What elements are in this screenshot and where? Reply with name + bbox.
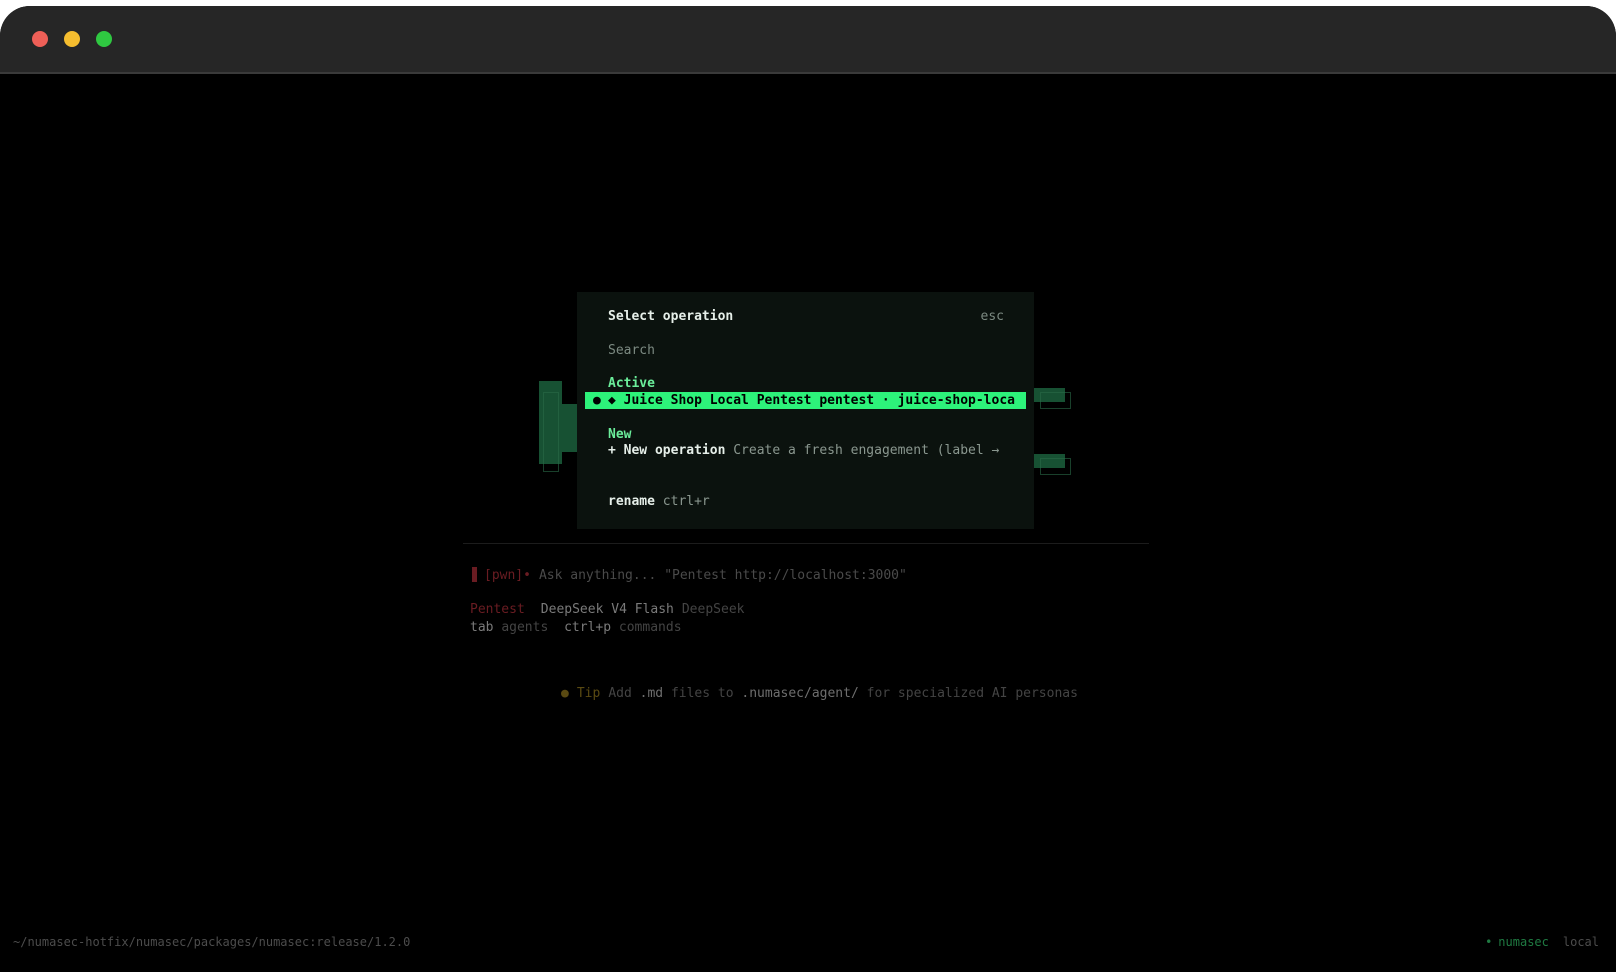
agent-name[interactable]: Pentest — [470, 602, 525, 617]
model-name[interactable]: DeepSeek V4 Flash — [541, 602, 674, 617]
ctrl-p-key: ctrl+p — [564, 620, 612, 635]
brand-name: numasec — [1498, 935, 1549, 949]
new-operation-item[interactable]: + New operation Create a fresh engagemen… — [608, 442, 1008, 459]
rename-shortcut[interactable]: rename ctrl+r — [608, 493, 710, 510]
mode-label: local — [1562, 935, 1599, 949]
logo-banner-left-outline — [543, 392, 559, 472]
close-window-button[interactable] — [32, 31, 48, 47]
mode-dot-icon: • — [523, 568, 531, 583]
logo-banner-right-bottom-outline — [1040, 458, 1071, 475]
new-operation-label: New operation — [623, 443, 726, 458]
prompt-placeholder: Ask anything... "Pentest http://localhos… — [538, 568, 907, 583]
active-section-heading: Active — [608, 376, 655, 391]
mode-tag: [pwn] — [484, 568, 524, 583]
rename-label: rename — [608, 494, 655, 509]
prompt-input[interactable]: [pwn]• Ask anything... "Pentest http://lo… — [472, 567, 907, 584]
rename-keybinding: ctrl+r — [662, 494, 710, 509]
tip-label: Tip — [576, 686, 601, 701]
agent-model-status: Pentest DeepSeek V4 Flash DeepSeek — [470, 601, 744, 618]
search-input[interactable]: Search — [608, 342, 655, 359]
provider-name: DeepSeek — [681, 602, 745, 617]
keybinding-hints: tab agents ctrl+p commands — [470, 619, 682, 636]
footer-status: • numasec local — [1485, 935, 1599, 949]
prompt-divider — [463, 543, 1149, 544]
status-dot-icon: • — [1485, 935, 1493, 949]
title-bar — [0, 6, 1616, 74]
maximize-window-button[interactable] — [96, 31, 112, 47]
ctrl-p-key-label: commands — [618, 620, 682, 635]
tip-text-d: .numasec/agent/ — [741, 686, 859, 701]
logo-banner-left-b — [562, 404, 577, 452]
tip-dot-icon: ● — [561, 686, 569, 701]
plus-icon: + — [608, 443, 616, 458]
tip-text-e: for specialized AI personas — [866, 686, 1078, 701]
terminal-window: Select operation esc Search Active ● ◆ J… — [0, 6, 1616, 972]
select-operation-dialog: Select operation esc Search Active ● ◆ J… — [577, 292, 1034, 529]
tip-text-b: .md — [639, 686, 664, 701]
operation-item-label: ◆ Juice Shop Local Pentest pentest · jui… — [608, 393, 1015, 408]
tip-line: ● Tip Add .md files to .numasec/agent/ for… — [561, 685, 1078, 702]
logo-banner-right-top-outline — [1040, 392, 1071, 409]
prompt-cursor-bar — [472, 567, 477, 582]
minimize-window-button[interactable] — [64, 31, 80, 47]
tip-text-a: Add — [608, 686, 632, 701]
tab-key-label: agents — [501, 620, 549, 635]
terminal-content: Select operation esc Search Active ● ◆ J… — [0, 74, 1616, 972]
new-operation-description: Create a fresh engagement (label → k — [733, 443, 1008, 458]
dialog-title: Select operation — [608, 309, 734, 324]
tip-text-c: files to — [670, 686, 734, 701]
selected-bullet-icon: ● — [593, 393, 601, 408]
operation-item-selected[interactable]: ● ◆ Juice Shop Local Pentest pentest · j… — [585, 392, 1026, 409]
tab-key: tab — [470, 620, 494, 635]
working-directory-path: ~/numasec-hotfix/numasec/packages/numase… — [13, 935, 411, 949]
new-section-heading: New — [608, 427, 632, 442]
esc-close-hint[interactable]: esc — [981, 308, 1004, 325]
